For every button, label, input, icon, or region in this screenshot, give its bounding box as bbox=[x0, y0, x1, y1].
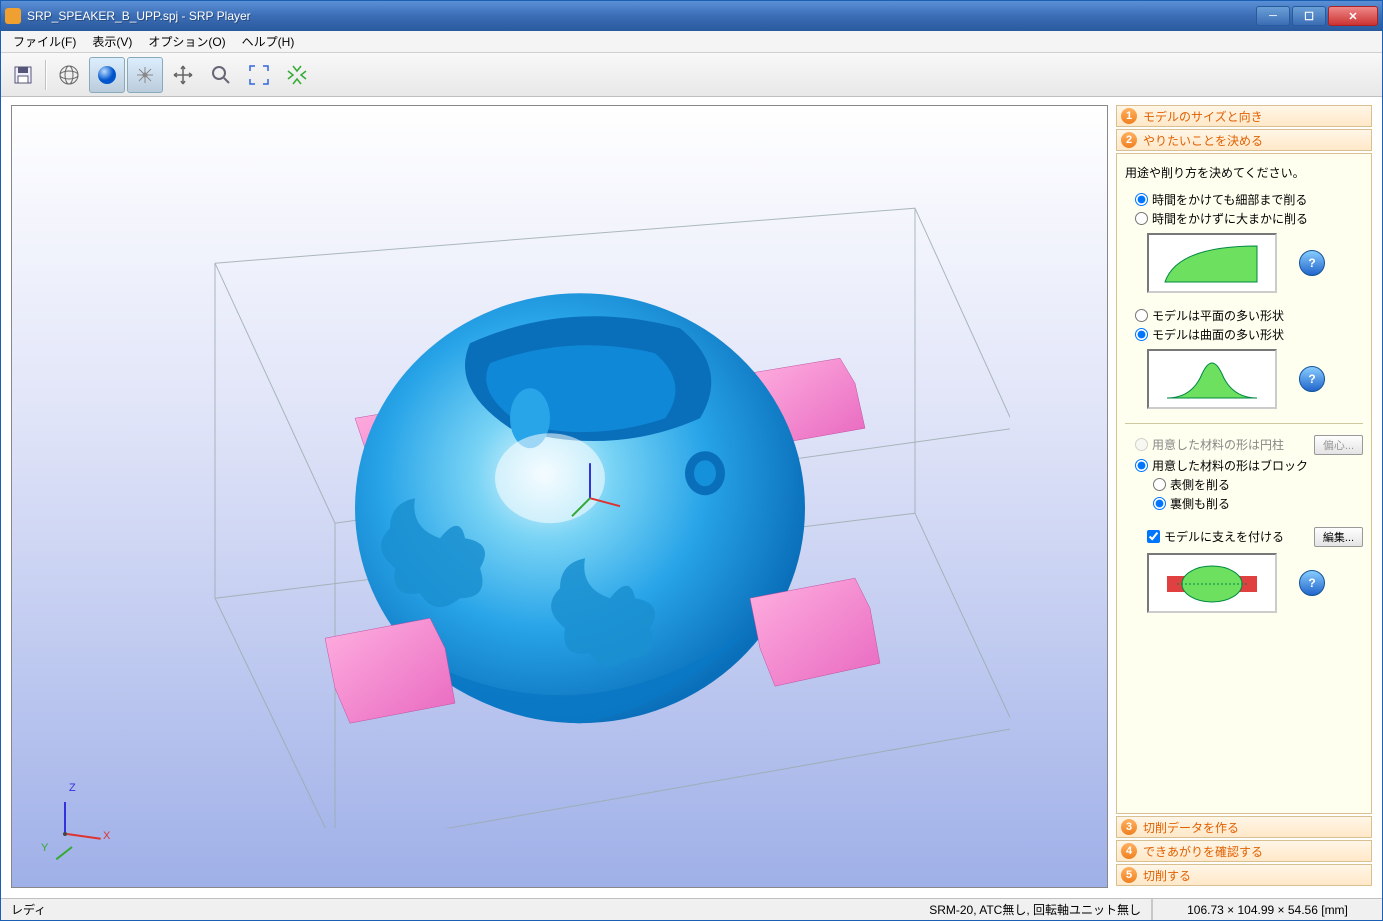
separator bbox=[45, 60, 47, 90]
radio-mat-cylinder: 用意した材料の形は円柱 bbox=[1135, 436, 1314, 453]
help-button-3[interactable]: ? bbox=[1299, 570, 1325, 596]
support-preview-icon bbox=[1157, 558, 1267, 608]
step-3-title: 切削データを作る bbox=[1143, 819, 1239, 836]
step-4-title: できあがりを確認する bbox=[1143, 843, 1263, 860]
radio-front-only-input[interactable] bbox=[1153, 478, 1166, 491]
radio-time-rough-label: 時間をかけずに大まかに削る bbox=[1152, 210, 1308, 227]
radio-time-detail-label: 時間をかけても細部まで削る bbox=[1152, 191, 1307, 208]
menu-help[interactable]: ヘルプ(H) bbox=[234, 31, 303, 52]
preview-shape: ? bbox=[1147, 349, 1277, 409]
radio-mat-cylinder-input bbox=[1135, 438, 1148, 451]
z-axis-icon bbox=[64, 802, 66, 834]
preview-support: ? bbox=[1147, 553, 1277, 613]
step-3-badge: 3 bbox=[1121, 819, 1137, 835]
step-1-title: モデルのサイズと向き bbox=[1143, 108, 1263, 125]
side-panel: 1 モデルのサイズと向き 2 やりたいことを決める 用途や削り方を決めてください… bbox=[1116, 105, 1372, 888]
radio-time-rough-input[interactable] bbox=[1135, 212, 1148, 225]
y-label: Y bbox=[41, 842, 48, 854]
step-3-header[interactable]: 3 切削データを作る bbox=[1116, 816, 1372, 838]
statusbar: レディ SRM-20, ATC無し, 回転軸ユニット無し 106.73 × 10… bbox=[1, 898, 1382, 920]
x-axis-icon bbox=[67, 833, 101, 840]
radio-mat-block-input[interactable] bbox=[1135, 459, 1148, 472]
z-label: Z bbox=[69, 782, 76, 794]
minimize-button[interactable]: ─ bbox=[1256, 6, 1290, 26]
shaded-button[interactable] bbox=[89, 57, 125, 93]
radio-curved-label: モデルは曲面の多い形状 bbox=[1152, 326, 1284, 343]
dome-preview-icon bbox=[1157, 354, 1267, 404]
x-label: X bbox=[103, 830, 110, 842]
help-button-2[interactable]: ? bbox=[1299, 366, 1325, 392]
menu-options[interactable]: オプション(O) bbox=[140, 31, 233, 52]
radio-both-sides-label: 裏側も削る bbox=[1170, 495, 1230, 512]
status-spacer bbox=[56, 899, 919, 920]
step-5-header[interactable]: 5 切削する bbox=[1116, 864, 1372, 886]
step-2-badge: 2 bbox=[1121, 132, 1137, 148]
maximize-button[interactable]: ☐ bbox=[1292, 6, 1326, 26]
radio-mat-block[interactable]: 用意した材料の形はブロック bbox=[1135, 457, 1363, 474]
rotate-button[interactable] bbox=[127, 57, 163, 93]
menu-file[interactable]: ファイル(F) bbox=[5, 31, 84, 52]
menubar: ファイル(F) 表示(V) オプション(O) ヘルプ(H) bbox=[1, 31, 1382, 53]
window-title: SRP_SPEAKER_B_UPP.spj - SRP Player bbox=[27, 9, 1256, 23]
step-5-badge: 5 bbox=[1121, 867, 1137, 883]
status-machine: SRM-20, ATC無し, 回転軸ユニット無し bbox=[919, 899, 1152, 920]
axis-origin bbox=[63, 832, 67, 836]
app-icon bbox=[5, 8, 21, 24]
toolbar bbox=[1, 53, 1382, 97]
step-5-title: 切削する bbox=[1143, 867, 1191, 884]
radio-front-only-label: 表側を削る bbox=[1170, 476, 1230, 493]
step-4-header[interactable]: 4 できあがりを確認する bbox=[1116, 840, 1372, 862]
radio-mat-block-label: 用意した材料の形はブロック bbox=[1152, 457, 1308, 474]
fit-button[interactable] bbox=[241, 57, 277, 93]
step-4-badge: 4 bbox=[1121, 843, 1137, 859]
radio-time-detail-input[interactable] bbox=[1135, 193, 1148, 206]
radio-time-detail[interactable]: 時間をかけても細部まで削る bbox=[1135, 191, 1363, 208]
zoom-button[interactable] bbox=[203, 57, 239, 93]
radio-curved[interactable]: モデルは曲面の多い形状 bbox=[1135, 326, 1363, 343]
radio-flat-label: モデルは平面の多い形状 bbox=[1152, 307, 1284, 324]
model-rendering bbox=[110, 108, 1010, 828]
radio-flat-input[interactable] bbox=[1135, 309, 1148, 322]
close-button[interactable]: ✕ bbox=[1328, 6, 1378, 26]
edit-button[interactable]: 編集... bbox=[1314, 527, 1363, 547]
checkbox-support[interactable]: モデルに支えを付ける bbox=[1147, 528, 1314, 545]
app-window: SRP_SPEAKER_B_UPP.spj - SRP Player ─ ☐ ✕… bbox=[0, 0, 1383, 921]
save-button[interactable] bbox=[5, 57, 41, 93]
instruction-text: 用途や削り方を決めてください。 bbox=[1125, 164, 1363, 181]
pan-button[interactable] bbox=[165, 57, 201, 93]
step-2-header[interactable]: 2 やりたいことを決める bbox=[1116, 129, 1372, 151]
divider bbox=[1125, 423, 1363, 424]
radio-front-only[interactable]: 表側を削る bbox=[1153, 476, 1363, 493]
checkbox-support-input[interactable] bbox=[1147, 530, 1160, 543]
radio-both-sides[interactable]: 裏側も削る bbox=[1153, 495, 1363, 512]
radio-curved-input[interactable] bbox=[1135, 328, 1148, 341]
wireframe-button[interactable] bbox=[51, 57, 87, 93]
axis-indicator: Z X Y bbox=[47, 782, 117, 852]
radio-mat-cylinder-label: 用意した材料の形は円柱 bbox=[1152, 436, 1284, 453]
step-2-title: やりたいことを決める bbox=[1143, 132, 1263, 149]
radio-flat[interactable]: モデルは平面の多い形状 bbox=[1135, 307, 1363, 324]
step-1-header[interactable]: 1 モデルのサイズと向き bbox=[1116, 105, 1372, 127]
preview-detail: ? bbox=[1147, 233, 1277, 293]
radio-time-rough[interactable]: 時間をかけずに大まかに削る bbox=[1135, 210, 1363, 227]
step-1-badge: 1 bbox=[1121, 108, 1137, 124]
menu-view[interactable]: 表示(V) bbox=[84, 31, 140, 52]
3d-viewport[interactable]: Z X Y bbox=[11, 105, 1108, 888]
titlebar: SRP_SPEAKER_B_UPP.spj - SRP Player ─ ☐ ✕ bbox=[1, 1, 1382, 31]
status-ready: レディ bbox=[1, 899, 56, 920]
help-button-1[interactable]: ? bbox=[1299, 250, 1325, 276]
center-button[interactable] bbox=[279, 57, 315, 93]
checkbox-support-label: モデルに支えを付ける bbox=[1164, 528, 1284, 545]
y-axis-icon bbox=[56, 846, 73, 860]
curve-preview-icon bbox=[1157, 238, 1267, 288]
step-2-body: 用途や削り方を決めてください。 時間をかけても細部まで削る 時間をかけずに大まか… bbox=[1116, 153, 1372, 814]
content-area: Z X Y 1 モデルのサイズと向き 2 やりたいことを決める 用途や削り方を決… bbox=[1, 97, 1382, 898]
eccentric-button: 偏心... bbox=[1314, 435, 1363, 455]
radio-both-sides-input[interactable] bbox=[1153, 497, 1166, 510]
window-controls: ─ ☐ ✕ bbox=[1256, 6, 1378, 26]
status-dimensions: 106.73 × 104.99 × 54.56 [mm] bbox=[1152, 899, 1382, 920]
